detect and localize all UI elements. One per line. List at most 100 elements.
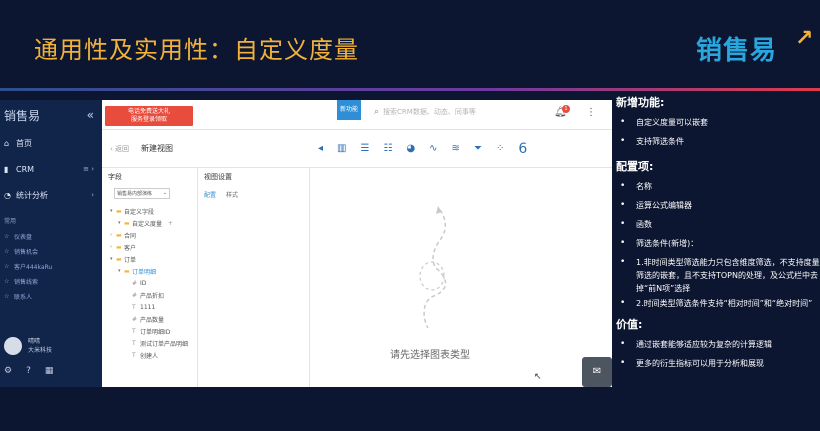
crm-icon: ▮ [4,164,9,174]
collapse-icon[interactable]: « [87,108,94,122]
sidebar-item-label: CRM [16,164,35,174]
new-feature-item: 自定义度量可以嵌套 [616,116,820,129]
tree-item[interactable]: ▾ ▬ 订单明细 [102,265,197,277]
title-divider [0,88,820,91]
favorite-item[interactable]: ☆ 客户444kaRu [0,259,102,274]
favorite-label: 仪表盘 [14,234,33,241]
column-chart-icon[interactable]: ▥ [337,143,346,154]
tree-item-label: 订单 [124,256,137,264]
favorite-item[interactable]: ☆ 联系人 [0,289,102,304]
sidebar-item-crm[interactable]: ▮ CRM ≡ › [0,156,102,182]
stacked-bar-icon[interactable]: ☷ [383,143,392,154]
tree-item[interactable]: # ID [102,277,197,289]
star-icon: ☆ [4,233,10,240]
chevron-down-icon: ⌄ [162,190,167,196]
empty-state-message: 请先选择图表类型 [390,350,470,361]
banner-line: 电话免费送大礼 [127,108,170,115]
tree-item[interactable]: # 产品数量 [102,313,197,325]
chart-type-toolbar: ◂ ▥ ☰ ☷ ◕ ∿ ≋ ⏷ ⁘ 6 [310,130,612,168]
fields-heading: 字段 [108,173,122,181]
star-icon: ☆ [4,248,10,255]
avatar [4,337,22,355]
field-type-icon: T [132,327,136,335]
favorite-item[interactable]: ☆ 销售线索 [0,274,102,289]
tree-item-label: 测试订单产品明细 [140,340,189,348]
bar-chart-icon[interactable]: ☰ [360,143,369,154]
select-value: 销售易内部演练 [117,191,153,197]
prev-icon[interactable]: ◂ [318,143,323,154]
tab-config[interactable]: 配置 [204,190,216,199]
apps-icon[interactable]: ▦ [45,366,54,376]
help-icon[interactable]: ? [26,366,31,376]
search-input[interactable]: ⌕ 搜索CRM数据、动态、同事等 [374,107,476,117]
search-placeholder: 搜索CRM数据、动态、同事等 [383,108,476,116]
view-title: 新建视图 [141,144,174,153]
tree-item-label: ID [140,279,147,287]
field-type-icon: # [132,291,138,299]
line-chart-icon[interactable]: ∿ [429,143,437,154]
sidebar-item-analytics[interactable]: ◔ 统计分析 › [0,182,102,208]
promo-banner[interactable]: 电话免费送大礼 服务登录领取 [105,106,193,126]
sidebar-section-label: 常用 [4,218,17,225]
tree-item[interactable]: ▾ ▬ 订单 [102,253,197,265]
funnel-chart-icon[interactable]: ⏷ [474,143,482,154]
tree-item-label: 客户 [124,244,137,252]
field-tree: ▾ ▬ 自定义字段 ▾ ▬ 自定义度量 + › ▬ 合同 › ▬ 客户 ▾ ▬ 订单 ▾ ▬ 订单明细 # ID # 产品折… [102,205,197,361]
app-sidebar: 销售易 « ⌂ 首页 ▮ CRM ≡ › ◔ 统计分析 › 常用 ☆ 仪表盘 ☆ 销… [0,100,102,387]
view-header: ‹ 返回 新建视图 [102,130,310,168]
tab-style[interactable]: 样式 [226,190,238,199]
new-feature-button[interactable]: 新功能 [337,100,361,120]
slide-title: 通用性及实用性：自定义度量 [34,36,359,64]
notes-panel: 新增功能: 自定义度量可以嵌套 支持筛选条件 配置项: 名称 运算公式编辑器 函… [616,94,820,376]
add-icon[interactable]: + [168,220,173,227]
tree-item[interactable]: ▾ ▬ 自定义度量 + [102,217,197,229]
settings-icon[interactable]: ⚙ [4,366,12,376]
sidebar-item-label: 首页 [16,138,32,148]
tree-item[interactable]: › ▬ 客户 [102,241,197,253]
field-type-icon: T [132,303,136,311]
folder-icon: ▬ [116,231,122,239]
config-tabs: 配置 样式 [198,186,309,203]
user-info: 晴晴 大米科技 [28,337,52,355]
tree-item[interactable]: # 产品折扣 [102,289,197,301]
area-chart-icon[interactable]: ≋ [452,143,460,154]
value-heading: 价值: [616,318,643,331]
user-name: 晴晴 [28,338,41,345]
tree-item[interactable]: T 1111 [102,301,197,313]
pie-chart-icon[interactable]: ◕ [406,143,415,154]
datasource-select[interactable]: 销售易内部演练 ⌄ [114,188,170,199]
back-button[interactable]: ‹ 返回 [110,144,129,154]
config-item: 2.时间类型筛选条件支持“相对时间”和“绝对时间” [616,297,820,310]
tree-item[interactable]: T 创建人 [102,349,197,361]
chat-icon[interactable]: ✉ [582,357,612,387]
tree-item[interactable]: ▾ ▬ 自定义字段 [102,205,197,217]
sidebar-item-home[interactable]: ⌂ 首页 [0,130,102,156]
favorite-label: 客户444kaRu [14,264,53,271]
favorite-item[interactable]: ☆ 销售机会 [0,244,102,259]
scatter-chart-icon[interactable]: ⁘ [496,143,504,154]
folder-icon: ▬ [116,255,122,263]
folder-icon: ▬ [116,243,122,251]
config-heading: 配置项: [616,160,654,173]
number-chart-icon[interactable]: 6 [518,141,527,157]
sidebar-header: 销售易 « [0,100,102,130]
tree-item[interactable]: T 测试订单产品明细 [102,337,197,349]
cursor-icon: ↖ [534,372,542,382]
more-icon[interactable]: ⋮ [586,107,596,118]
chart-canvas: 请先选择图表类型 ↖ ✉ [310,168,612,387]
star-icon: ☆ [4,278,10,285]
favorite-item[interactable]: ☆ 仪表盘 [0,229,102,244]
folder-icon: ▬ [116,207,122,215]
tree-item[interactable]: T 订单明细ID [102,325,197,337]
value-item: 更多的衍生指标可以用于分析和展现 [616,357,820,370]
banner-line: 服务登录领取 [130,116,167,123]
favorite-label: 销售机会 [14,249,39,256]
config-item: 1.非时间类型筛选能力只包含维度筛选，不支持度量筛选的嵌套，且不支持TOPN的处… [616,256,820,295]
user-profile[interactable]: 晴晴 大米科技 [4,337,52,355]
field-type-icon: # [132,315,138,323]
tree-item[interactable]: › ▬ 合同 [102,229,197,241]
favorite-label: 联系人 [14,294,33,301]
brand-logo: 销售易 [696,36,778,66]
config-item: 函数 [616,218,820,231]
fields-panel: 字段 销售易内部演练 ⌄ ▾ ▬ 自定义字段 ▾ ▬ 自定义度量 + › ▬ 合同 › ▬ 客户 ▾ ▬ 订单… [102,168,198,387]
